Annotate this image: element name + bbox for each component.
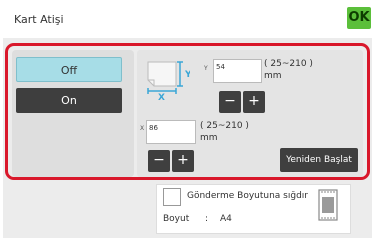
dialog-window: Kart Atişi OK Off On Y X Y 54 ( 25~210 )… — [0, 0, 375, 240]
ok-button[interactable]: OK — [347, 7, 371, 29]
highlight-frame — [5, 43, 370, 180]
fit-to-send-size-checkbox[interactable] — [163, 188, 181, 206]
page-title: Kart Atişi — [14, 13, 64, 26]
size-separator: : — [205, 214, 209, 224]
size-label: Boyut — [163, 214, 190, 224]
size-value: A4 — [220, 214, 232, 224]
fit-page-icon — [318, 189, 338, 221]
title-bar: Kart Atişi OK — [0, 0, 375, 38]
fit-to-send-size-label: Gönderme Boyutuna sığdır — [187, 191, 308, 201]
